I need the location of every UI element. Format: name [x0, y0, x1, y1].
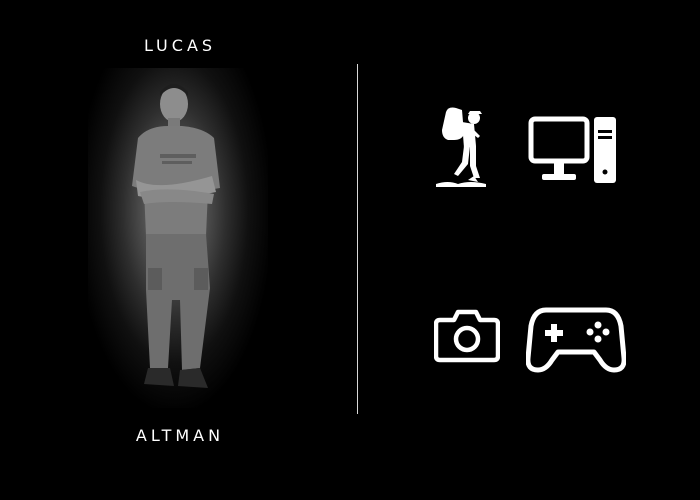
profile-first-name: LUCAS: [143, 36, 217, 55]
profile-last-name: ALTMAN: [135, 426, 225, 445]
vertical-divider: [357, 64, 358, 414]
hiker-icon: [434, 106, 488, 192]
gamepad-icon: [526, 306, 626, 374]
desktop-computer-icon: [528, 116, 618, 184]
camera-icon: [434, 306, 500, 364]
profile-photo: [88, 68, 268, 408]
